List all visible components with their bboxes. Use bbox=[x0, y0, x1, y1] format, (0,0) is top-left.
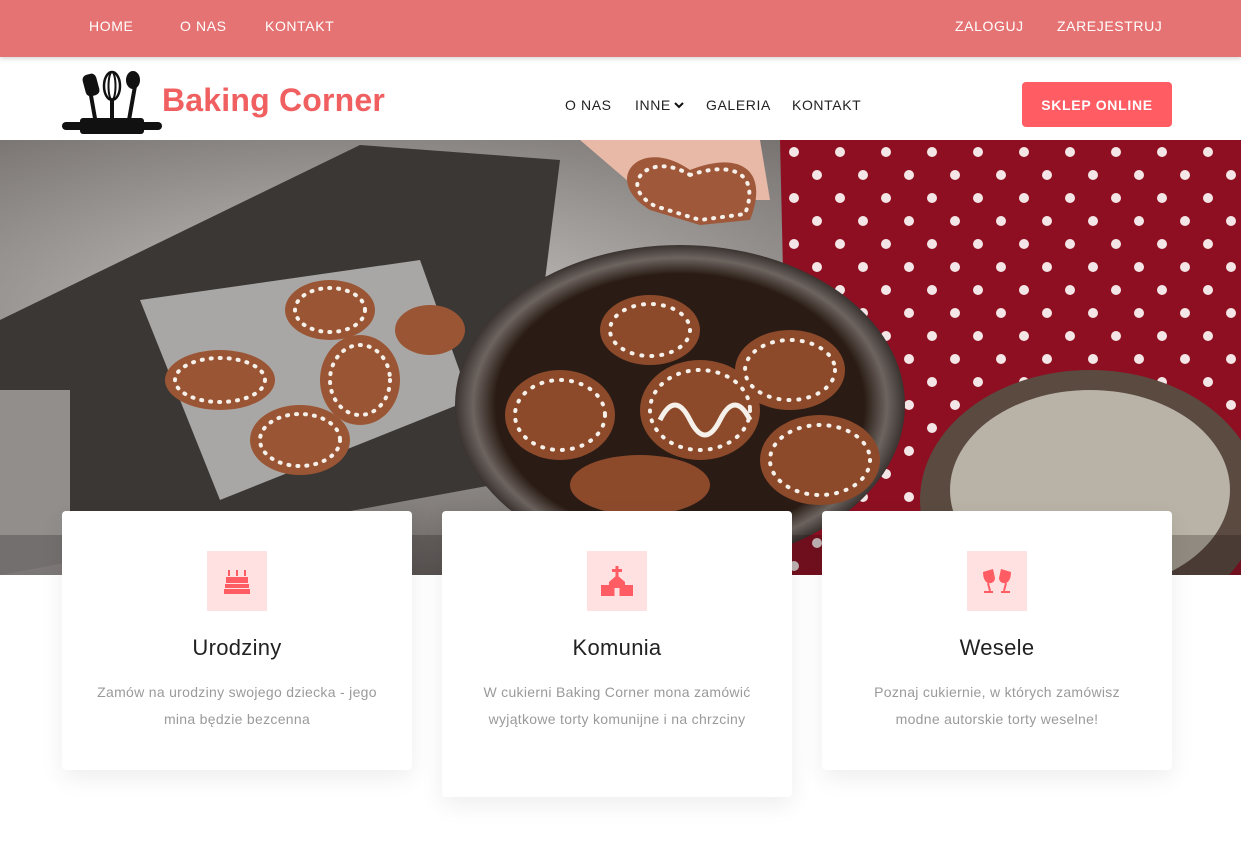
card-text: Poznaj cukiernie, w których zamówisz mod… bbox=[874, 684, 1120, 727]
top-link-contact[interactable]: KONTAKT bbox=[265, 18, 334, 34]
feature-card-birthday[interactable]: Urodziny Zamów na urodziny swojego dziec… bbox=[62, 511, 412, 770]
top-link-register[interactable]: ZAREJESTRUJ bbox=[1057, 18, 1162, 34]
top-link-about[interactable]: O NAS bbox=[180, 18, 227, 34]
nav-gallery[interactable]: GALERIA bbox=[706, 97, 771, 113]
card-icon-box bbox=[967, 551, 1027, 611]
nav-other-label: INNE bbox=[635, 97, 671, 113]
birthday-cake-icon bbox=[224, 570, 250, 594]
nav-contact[interactable]: KONTAKT bbox=[792, 97, 861, 113]
feature-card-communion[interactable]: Komunia W cukierni Baking Corner mona za… bbox=[442, 511, 792, 797]
card-title: Komunia bbox=[572, 635, 662, 660]
top-bar: HOME O NAS KONTAKT ZALOGUJ ZAREJESTRUJ bbox=[0, 0, 1241, 57]
feature-card-wedding[interactable]: Wesele Poznaj cukiernie, w których zamów… bbox=[822, 511, 1172, 770]
card-icon-box bbox=[207, 551, 267, 611]
card-text: W cukierni Baking Corner mona zamówić wy… bbox=[483, 684, 751, 727]
nav-other-dropdown[interactable]: INNE bbox=[635, 97, 684, 113]
church-icon bbox=[601, 566, 633, 596]
card-title: Urodziny bbox=[192, 635, 282, 660]
hero-image bbox=[0, 140, 1241, 575]
card-title: Wesele bbox=[959, 635, 1035, 660]
top-link-login[interactable]: ZALOGUJ bbox=[955, 18, 1024, 34]
wedding-glasses-icon bbox=[983, 569, 1011, 593]
top-link-home[interactable]: HOME bbox=[89, 18, 133, 34]
baking-tools-logo-icon[interactable] bbox=[62, 70, 162, 140]
nav-about[interactable]: O NAS bbox=[565, 97, 612, 113]
shop-online-button[interactable]: SKLEP ONLINE bbox=[1022, 82, 1172, 127]
card-text: Zamów na urodziny swojego dziecka - jego… bbox=[97, 684, 377, 727]
brand-name[interactable]: Baking Corner bbox=[162, 82, 385, 119]
card-icon-box bbox=[587, 551, 647, 611]
gingerbread-cookies-photo bbox=[0, 140, 1241, 575]
chevron-down-icon bbox=[674, 102, 684, 109]
